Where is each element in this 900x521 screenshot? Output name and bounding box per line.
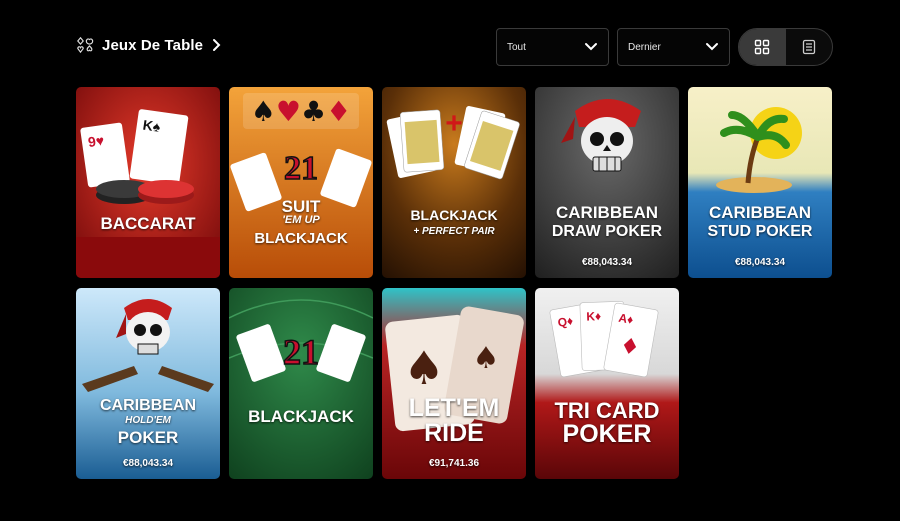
caribbean-stud-artwork xyxy=(688,87,832,278)
svg-text:♠♥♣♦: ♠♥♣♦ xyxy=(251,95,351,128)
game-title-line2: DRAW POKER xyxy=(551,223,663,240)
blackjack-artwork: 21 xyxy=(229,288,373,479)
chevron-down-icon xyxy=(585,43,597,51)
sort-dropdown[interactable]: Dernier xyxy=(617,28,730,66)
game-title-line1: CARIBBEAN xyxy=(100,397,196,414)
tri-card-poker-artwork: Q♦ K♦ A♦ ♦ xyxy=(535,288,679,479)
game-title-line2: STUD POKER xyxy=(707,223,813,240)
game-title-line1: SUIT xyxy=(281,197,321,216)
game-title-line3: BLACKJACK xyxy=(254,230,348,247)
game-card-blackjack[interactable]: 21 BLACKJACK xyxy=(229,288,373,479)
let-em-ride-artwork: ♠ ♠ xyxy=(382,288,526,479)
grid-icon xyxy=(755,39,770,55)
game-card-let-em-ride[interactable]: ♠ ♠ LET'EM RIDE €91,741.36 xyxy=(382,288,526,479)
svg-text:21: 21 xyxy=(283,332,319,372)
game-card-caribbean-draw-poker[interactable]: CARIBBEAN DRAW POKER €88,043.34 xyxy=(535,87,679,278)
game-title: BLACKJACK xyxy=(248,407,354,426)
game-card-caribbean-stud-poker[interactable]: CARIBBEAN STUD POKER €88,043.34 xyxy=(688,87,832,278)
table-games-icon xyxy=(77,36,94,54)
svg-text:9♥: 9♥ xyxy=(87,132,105,150)
game-card-baccarat[interactable]: 9♥ K♠ BACCARAT xyxy=(76,87,220,278)
svg-text:♠: ♠ xyxy=(473,341,500,376)
game-title-line2: RIDE xyxy=(424,419,484,447)
jackpot-amount: €88,043.34 xyxy=(734,257,786,268)
game-card-tri-card-poker[interactable]: Q♦ K♦ A♦ ♦ TRI CARD POKER xyxy=(535,288,679,479)
svg-text:+: + xyxy=(445,107,463,140)
game-title-line1: LET'EM xyxy=(408,394,500,422)
suit-em-up-artwork: ♠♥♣♦ 21 xyxy=(229,87,373,278)
caribbean-holdem-artwork xyxy=(76,288,220,479)
svg-text:♠: ♠ xyxy=(403,341,444,395)
game-title-line1: CARIBBEAN xyxy=(709,203,811,222)
svg-text:K♠: K♠ xyxy=(142,117,162,135)
jackpot-amount: €88,043.34 xyxy=(581,257,633,268)
list-view-button[interactable] xyxy=(786,29,833,65)
game-title-line1: CARIBBEAN xyxy=(556,203,658,222)
baccarat-artwork: 9♥ K♠ xyxy=(76,87,220,278)
section-header: Jeux De Table Tout Dernier xyxy=(76,28,834,66)
game-title-line2: HOLD'EM xyxy=(125,415,171,426)
view-toggle xyxy=(738,28,833,66)
list-icon xyxy=(802,39,815,55)
game-card-caribbean-holdem-poker[interactable]: CARIBBEAN HOLD'EM POKER €88,043.34 xyxy=(76,288,220,479)
section-title: Jeux De Table xyxy=(102,36,204,54)
game-title-line3: POKER xyxy=(117,428,179,447)
blackjack-perfect-pair-artwork: + xyxy=(382,87,526,278)
jackpot-amount: €88,043.34 xyxy=(122,458,174,469)
game-title-line1: TRI CARD xyxy=(554,398,660,423)
filter-dropdown[interactable]: Tout xyxy=(496,28,609,66)
game-title-line2: POKER xyxy=(562,420,652,448)
svg-text:K♦: K♦ xyxy=(586,309,601,324)
game-title: BACCARAT xyxy=(100,214,196,233)
svg-text:21: 21 xyxy=(284,150,318,187)
svg-text:A♦: A♦ xyxy=(618,311,635,327)
game-card-blackjack-perfect-pair[interactable]: + BLACKJACK + PERFECT PAIR xyxy=(382,87,526,278)
filter-dropdown-value: Tout xyxy=(507,41,526,53)
chevron-right-icon xyxy=(213,39,221,51)
svg-text:Q♦: Q♦ xyxy=(557,314,575,330)
chevron-down-icon xyxy=(706,43,718,51)
game-title-line1: BLACKJACK xyxy=(410,207,498,223)
caribbean-draw-artwork xyxy=(535,87,679,278)
sort-dropdown-value: Dernier xyxy=(628,41,661,53)
game-title-line2: 'EM UP xyxy=(282,214,320,226)
game-card-suit-em-up-blackjack[interactable]: ♠♥♣♦ 21 SUIT 'EM UP BLACKJACK xyxy=(229,87,373,278)
section-title-link[interactable]: Jeux De Table xyxy=(76,36,221,54)
jackpot-amount: €91,741.36 xyxy=(428,458,480,469)
grid-view-button[interactable] xyxy=(739,29,786,65)
game-title-line2: + PERFECT PAIR xyxy=(413,226,495,237)
